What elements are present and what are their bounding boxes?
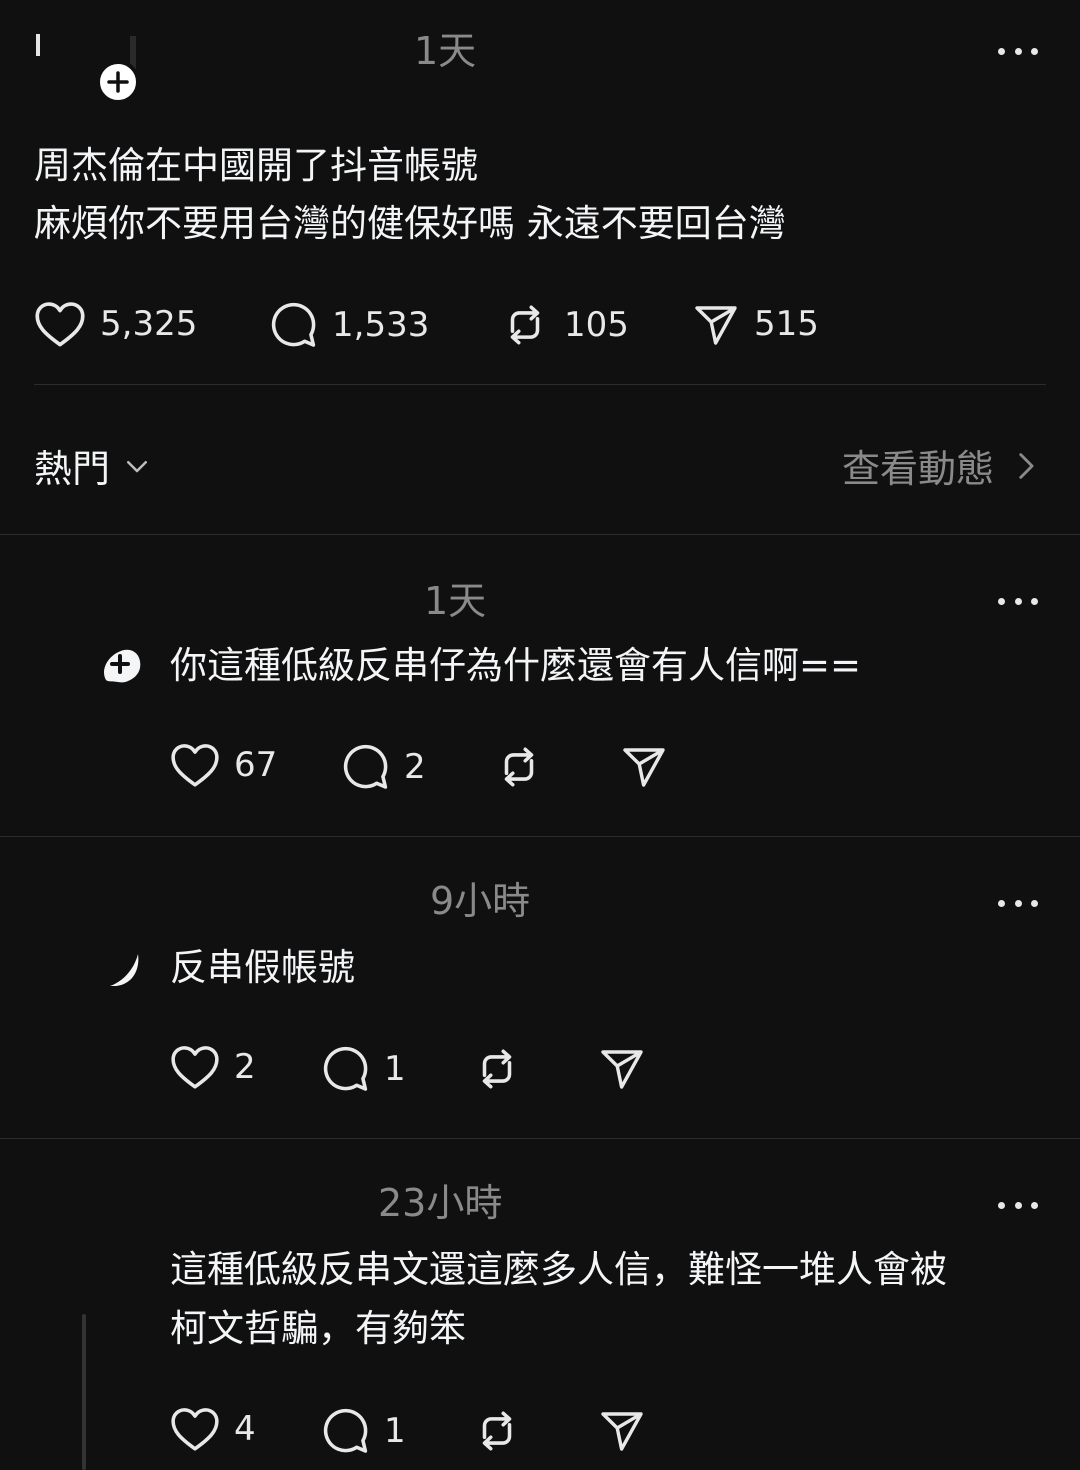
reply-2-like-button[interactable]: 2 <box>170 1044 256 1090</box>
like-button[interactable]: 5,325 <box>34 300 197 348</box>
comment-icon <box>323 1408 368 1453</box>
reply-1-comment-button[interactable]: 2 <box>340 742 426 792</box>
reply-2-avatar[interactable] <box>96 946 144 994</box>
reply-divider <box>0 836 1080 837</box>
follow-plus-button[interactable] <box>96 60 140 104</box>
heart-icon <box>35 302 85 347</box>
repost-icon <box>482 1411 512 1451</box>
post-text-line-2: 麻煩你不要用台灣的健保好嗎 永遠不要回台灣 <box>34 202 786 245</box>
reply-1-text: 你這種低級反串仔為什麼還會有人信啊== <box>170 644 862 687</box>
comment-icon <box>271 302 316 347</box>
plus-icon <box>107 71 129 93</box>
repost-icon <box>510 305 540 345</box>
reply-divider-2 <box>0 1138 1080 1139</box>
section-divider <box>0 534 1080 535</box>
post-timestamp: 1天 <box>414 29 477 73</box>
like-count: 5,325 <box>100 304 198 344</box>
thread-line <box>82 1314 86 1470</box>
reply-3-timestamp: 23小時 <box>378 1181 503 1225</box>
heart-icon <box>171 744 219 787</box>
reply-1-more-icon[interactable] <box>998 595 1038 607</box>
reply-3-comment-button[interactable]: 1 <box>320 1406 406 1456</box>
repost-button[interactable]: 105 <box>500 300 629 350</box>
reply-1-timestamp: 1天 <box>424 579 487 623</box>
comment-button[interactable]: 1,533 <box>268 300 429 350</box>
reply-2-repost-button[interactable] <box>472 1044 522 1094</box>
sort-label: 熱門 <box>34 447 111 491</box>
repost-count: 105 <box>564 305 629 345</box>
author-avatar[interactable] <box>34 28 140 104</box>
share-button[interactable]: 515 <box>692 300 819 348</box>
share-count: 515 <box>754 304 819 344</box>
reply-1-avatar[interactable] <box>96 642 144 690</box>
reply-3-text-line-1: 這種低級反串文還這麼多人信，難怪一堆人會被 <box>170 1248 947 1291</box>
comment-icon <box>343 744 388 789</box>
share-icon <box>695 306 737 345</box>
reply-1-repost-button[interactable] <box>494 742 544 792</box>
heart-icon <box>171 1408 219 1451</box>
reply-3-more-icon[interactable] <box>998 1199 1038 1211</box>
repost-icon <box>482 1049 512 1089</box>
comment-icon <box>323 1046 368 1091</box>
reply-3-text-line-2: 柯文哲騙，有夠笨 <box>170 1307 466 1350</box>
post-divider <box>34 384 1046 385</box>
reply-3-comment-count: 1 <box>384 1411 406 1451</box>
reply-3-repost-button[interactable] <box>472 1406 522 1456</box>
reply-1-comment-count: 2 <box>404 747 426 787</box>
reply-2-like-count: 2 <box>234 1047 256 1087</box>
share-icon <box>601 1050 643 1089</box>
chevron-down-icon <box>127 460 148 472</box>
reply-2-share-button[interactable] <box>598 1044 646 1092</box>
heart-icon <box>171 1046 219 1089</box>
reply-1-share-button[interactable] <box>620 742 668 790</box>
reply-1-like-count: 67 <box>234 745 278 785</box>
sort-dropdown[interactable]: 熱門 <box>34 438 152 493</box>
reply-2-timestamp: 9小時 <box>430 879 531 923</box>
reply-3-share-button[interactable] <box>598 1406 646 1454</box>
post-text-line-1: 周杰倫在中國開了抖音帳號 <box>34 144 478 187</box>
reply-2-text: 反串假帳號 <box>170 946 355 989</box>
reply-3-like-count: 4 <box>234 1409 256 1449</box>
reply-2-comment-count: 1 <box>384 1049 406 1089</box>
share-icon <box>623 748 665 787</box>
view-activity-link[interactable]: 查看動態 <box>842 438 1042 493</box>
reply-2-more-icon[interactable] <box>998 897 1038 909</box>
share-icon <box>601 1412 643 1451</box>
reply-1-like-button[interactable]: 67 <box>170 742 277 788</box>
view-activity-label: 查看動態 <box>842 447 995 491</box>
chevron-right-icon <box>1019 452 1034 479</box>
post-more-icon[interactable] <box>998 45 1038 57</box>
repost-icon <box>504 747 534 787</box>
reply-2-comment-button[interactable]: 1 <box>320 1044 406 1094</box>
comment-count: 1,533 <box>332 305 430 345</box>
reply-3-like-button[interactable]: 4 <box>170 1406 256 1452</box>
